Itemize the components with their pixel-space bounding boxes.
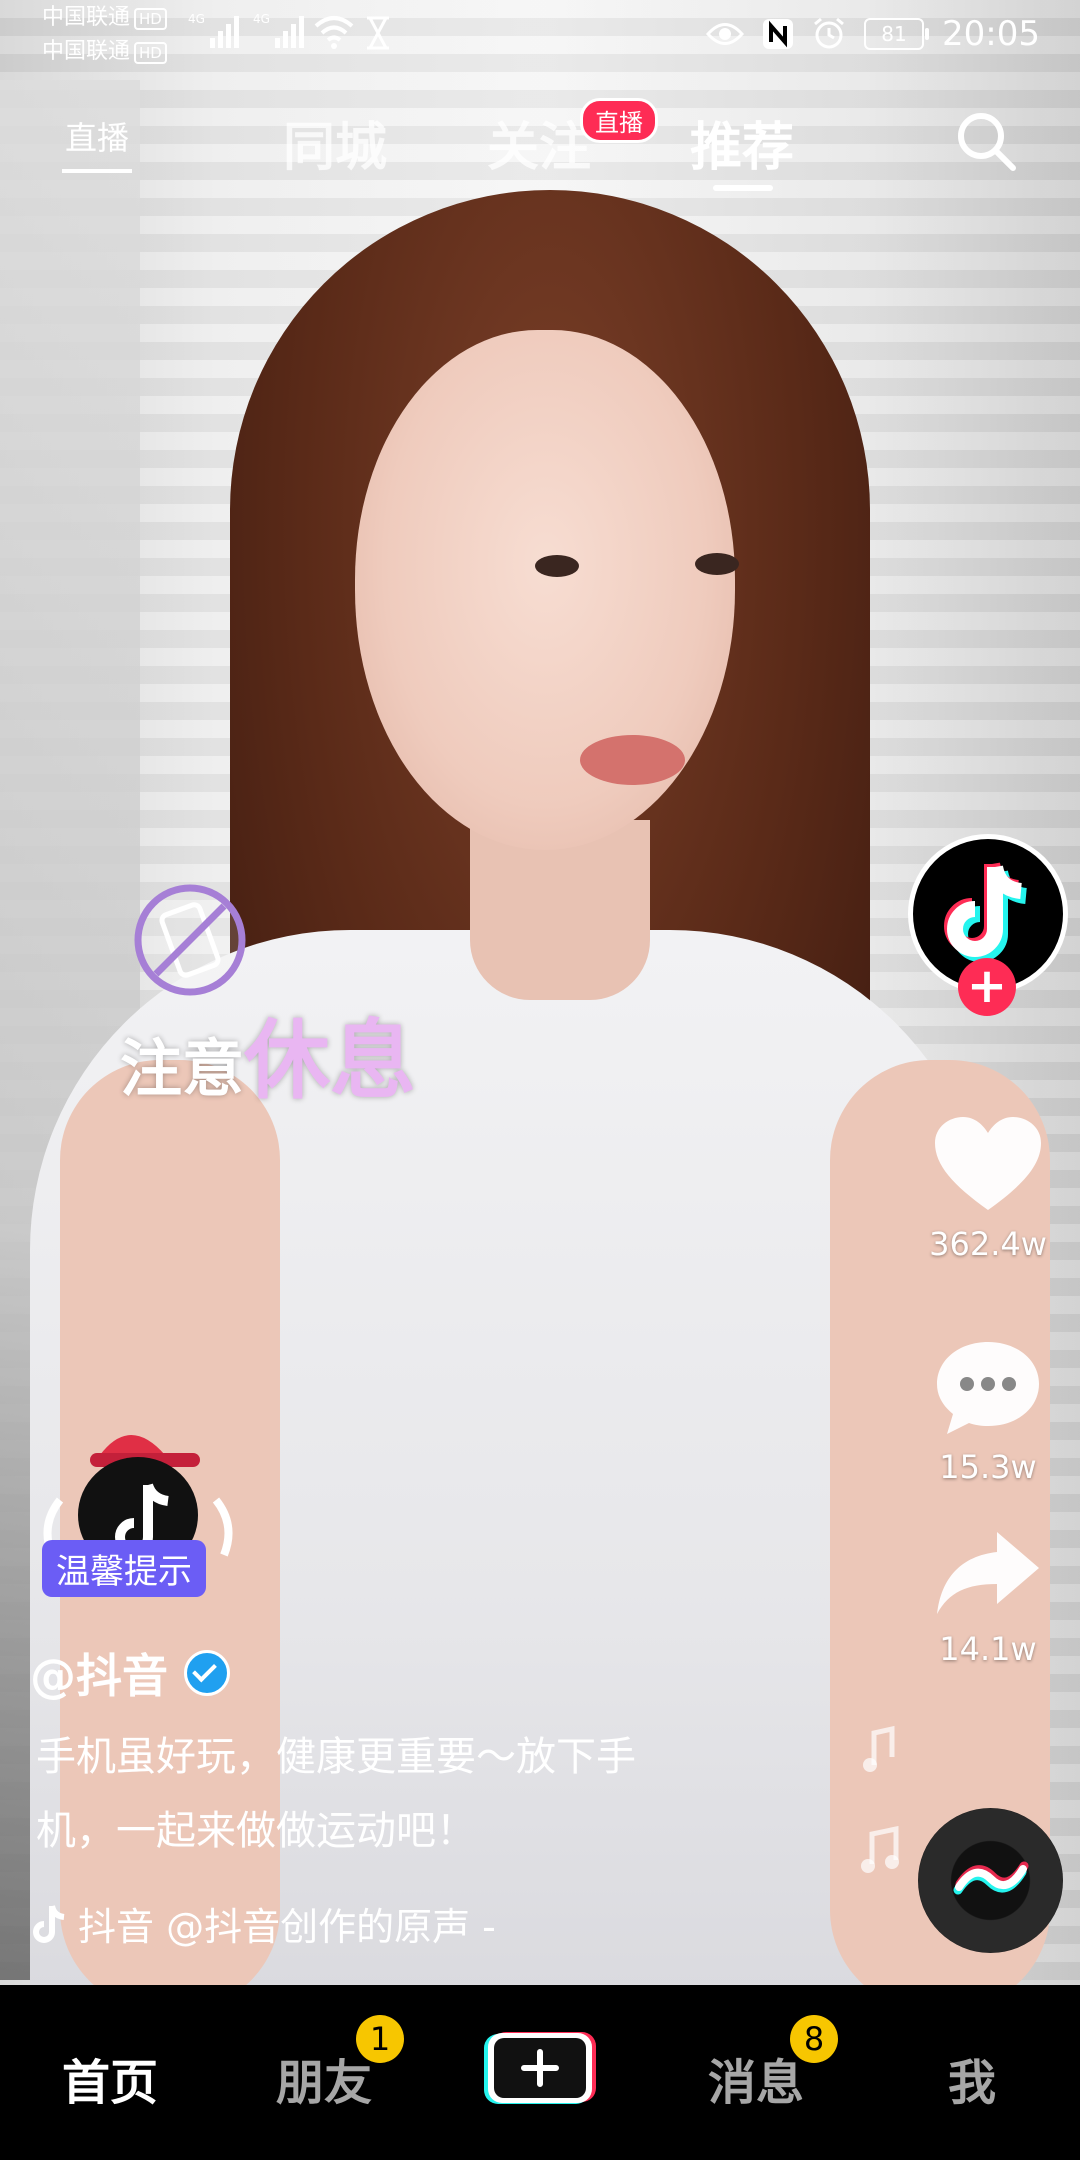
wifi-icon [314,16,354,49]
music-note-icon [33,1904,65,1943]
messages-badge: 8 [790,2015,838,2063]
video-subject-eye-right [695,553,739,575]
rest-reminder-text: 注意休息 [120,990,416,1115]
rest-text-attention: 注意 [120,1032,245,1105]
music-title: 抖音 @抖音创作的原声 - [78,1905,496,1949]
author-handle[interactable]: @抖音 [30,1640,168,1706]
eye-comfort-icon [706,23,745,45]
tab-following[interactable]: 关注 [487,105,591,180]
music-disc[interactable] [918,1808,1063,1953]
tip-badge[interactable]: 温馨提示 [42,1540,206,1597]
signal-icon-1: 4G [188,12,239,48]
comment-icon[interactable] [933,1338,1043,1438]
nav-friends[interactable]: 朋友 [276,2043,372,2113]
video-description[interactable]: 手机虽好玩，健康更重要～放下手 机，一起来做做运动吧！ [36,1720,736,1868]
signal-icon-2: 4G [253,12,304,48]
alarm-icon [814,17,844,49]
like-action[interactable]: 362.4w [918,1115,1058,1263]
network-type-2: 4G [253,12,270,26]
bottom-nav: 首页 朋友 1 消息 8 我 [0,1985,1080,2160]
description-line-2: 机，一起来做做运动吧！ [36,1808,476,1854]
tab-recommended[interactable]: 推荐 [690,105,794,180]
active-tab-indicator [713,185,773,191]
comment-action[interactable]: 15.3w [918,1338,1058,1486]
top-nav: 直播 同城 关注 直播 推荐 [0,95,1080,205]
comment-count: 15.3w [939,1448,1037,1486]
create-button[interactable] [482,2030,598,2106]
follow-button[interactable]: + [958,958,1016,1016]
live-badge: 直播 [580,98,658,143]
share-action[interactable]: 14.1w [918,1528,1058,1668]
clock: 20:05 [942,14,1040,54]
carrier-1-label: 中国联通 [42,5,131,30]
like-count: 362.4w [929,1225,1047,1263]
floating-note-icon-1 [863,1725,895,1772]
live-icon[interactable]: 直播 [62,103,132,173]
nav-messages[interactable]: 消息 [708,2043,804,2113]
friends-badge: 1 [356,2015,404,2063]
carrier-2-label: 中国联通 [42,39,131,64]
share-count: 14.1w [939,1630,1037,1668]
nfc-icon [763,19,794,49]
author-name[interactable]: @抖音 [30,1640,230,1706]
carrier-1: 中国联通 HD [42,6,167,30]
heart-icon[interactable] [933,1115,1043,1215]
network-type-1: 4G [188,12,205,26]
music-disc-icon [953,1861,1029,1895]
floating-note-icon-2 [861,1826,899,1873]
hd-badge-1: HD [134,8,167,30]
hd-badge-2: HD [134,42,167,64]
carrier-2: 中国联通 HD [42,40,167,64]
tab-nearby[interactable]: 同城 [283,105,387,180]
nav-home[interactable]: 首页 [62,2043,158,2113]
status-bar: 中国联通 HD 中国联通 HD 4G 4G 81 20:05 [0,0,1080,72]
rest-text-rest: 休息 [244,1011,417,1111]
status-right: 81 20:05 [706,14,1040,54]
nav-me[interactable]: 我 [948,2043,996,2113]
search-icon[interactable] [955,110,1017,172]
music-info[interactable]: 抖音 @抖音创作的原声 - [32,1896,496,1951]
hourglass-icon [367,16,389,50]
live-icon-label: 直播 [64,119,129,157]
video-subject-eye-left [535,555,579,577]
share-icon[interactable] [933,1528,1043,1620]
no-phone-icon [134,884,246,996]
battery-indicator: 81 [864,18,930,50]
video-subject-lips [580,735,685,785]
verified-icon [184,1650,230,1696]
description-line-1: 手机虽好玩，健康更重要～放下手 [36,1734,636,1780]
